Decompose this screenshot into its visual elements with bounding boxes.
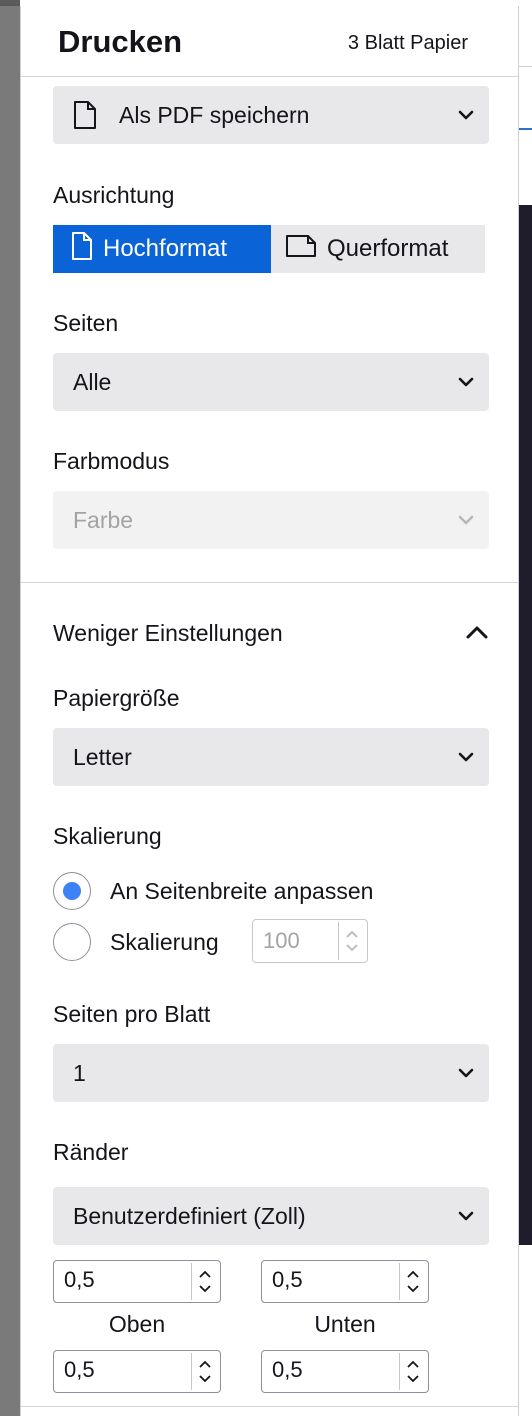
print-panel: Drucken 3 Blatt Papier Als PDF speichern… (20, 6, 519, 1416)
pages-per-sheet-value: 1 (73, 1060, 86, 1086)
page-title: Drucken (58, 24, 183, 59)
more-settings-toggle[interactable]: Weniger Einstellungen (53, 616, 489, 652)
header-divider (21, 76, 518, 77)
margin-left-input[interactable]: 0,5 (53, 1350, 221, 1393)
margin-right-value: 0,5 (272, 1357, 303, 1382)
footer-divider (21, 1406, 518, 1407)
scaling-fit-radio[interactable] (53, 872, 91, 910)
portrait-label: Hochformat (103, 235, 228, 262)
destination-value: Als PDF speichern (119, 102, 310, 128)
paper-size-label: Papiergröße (53, 685, 180, 711)
sheet-count: 3 Blatt Papier (347, 32, 468, 54)
margins-select[interactable]: Benutzerdefiniert (Zoll) (53, 1187, 489, 1245)
scale-stepper (338, 922, 365, 960)
more-settings-label: Weniger Einstellungen (53, 620, 283, 646)
scaling-custom-label: Skalierung (110, 929, 219, 955)
background-left (0, 0, 20, 1416)
chevron-down-icon (457, 106, 475, 124)
destination-select[interactable]: Als PDF speichern (53, 86, 489, 144)
margin-top-input[interactable]: 0,5 (53, 1260, 221, 1303)
landscape-label: Querformat (327, 235, 449, 262)
margin-left-stepper[interactable] (191, 1353, 218, 1390)
paper-size-select[interactable]: Letter (53, 728, 489, 786)
margin-top-label: Oben (108, 1311, 166, 1337)
pages-select[interactable]: Alle (53, 353, 489, 411)
chevron-up-icon (465, 622, 489, 647)
orientation-toggle: Hochformat Querformat (53, 225, 485, 273)
margin-bottom-input[interactable]: 0,5 (261, 1260, 429, 1303)
background-right-underline (519, 128, 532, 130)
color-mode-label: Farbmodus (53, 448, 170, 474)
document-icon (73, 100, 97, 135)
pages-per-sheet-select[interactable]: 1 (53, 1044, 489, 1102)
pages-per-sheet-label: Seiten pro Blatt (53, 1001, 211, 1027)
background-right-separator (519, 66, 532, 67)
color-mode-value: Farbe (73, 507, 134, 533)
chevron-down-icon (457, 511, 475, 529)
margins-label: Ränder (53, 1139, 129, 1165)
pages-value: Alle (73, 369, 112, 395)
landscape-button[interactable]: Querformat (271, 225, 485, 273)
margin-bottom-value: 0,5 (272, 1267, 303, 1292)
pages-label: Seiten (53, 310, 119, 336)
margin-right-stepper[interactable] (399, 1353, 426, 1390)
margin-left-value: 0,5 (64, 1357, 95, 1382)
background-right-preview (519, 205, 532, 1245)
scaling-label: Skalierung (53, 823, 162, 849)
portrait-button[interactable]: Hochformat (53, 225, 271, 273)
chevron-down-icon (457, 1207, 475, 1225)
section-divider (21, 582, 518, 583)
scaling-fit-label: An Seitenbreite anpassen (110, 878, 374, 904)
chevron-down-icon (457, 373, 475, 391)
orientation-label: Ausrichtung (53, 182, 175, 208)
portrait-icon (71, 231, 103, 268)
margin-bottom-label: Unten (314, 1311, 376, 1337)
chevron-down-icon (457, 1064, 475, 1082)
margins-value: Benutzerdefiniert (Zoll) (73, 1203, 306, 1229)
scale-value: 100 (263, 928, 300, 953)
color-mode-select: Farbe (53, 491, 489, 549)
background-left-top (0, 0, 20, 6)
margin-top-stepper[interactable] (191, 1263, 218, 1300)
scale-input: 100 (252, 919, 368, 963)
margin-bottom-stepper[interactable] (399, 1263, 426, 1300)
margin-right-input[interactable]: 0,5 (261, 1350, 429, 1393)
chevron-down-icon (457, 748, 475, 766)
paper-size-value: Letter (73, 744, 132, 770)
scaling-custom-radio[interactable] (53, 923, 91, 961)
margin-top-value: 0,5 (64, 1267, 95, 1292)
landscape-icon (285, 234, 327, 265)
